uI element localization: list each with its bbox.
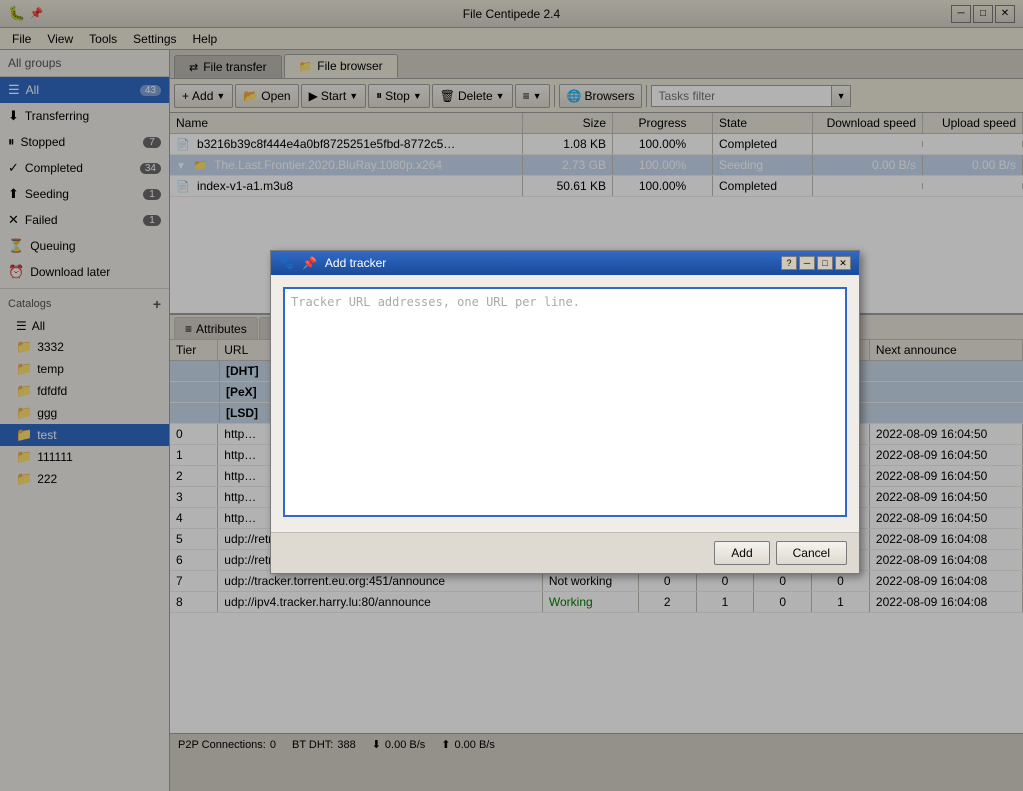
modal-footer: Add Cancel	[271, 532, 859, 573]
modal-title-text: Add tracker	[325, 256, 386, 270]
modal-title-controls: ? ─ □ ✕	[781, 256, 851, 270]
modal-body	[271, 275, 859, 532]
modal-add-button[interactable]: Add	[714, 541, 769, 565]
modal-overlay[interactable]: 🐾 📌 Add tracker ? ─ □ ✕ Add Cancel	[0, 0, 1023, 791]
modal-close-button[interactable]: ✕	[835, 256, 851, 270]
modal-help-button[interactable]: ?	[781, 256, 797, 270]
modal-pin-icon: 📌	[302, 256, 317, 270]
modal-title-bar: 🐾 📌 Add tracker ? ─ □ ✕	[271, 251, 859, 275]
modal-title-left: 🐾 📌 Add tracker	[279, 256, 386, 270]
modal-minimize-button[interactable]: ─	[799, 256, 815, 270]
modal-app-icon: 🐾	[279, 256, 294, 270]
tracker-url-textarea[interactable]	[283, 287, 847, 517]
add-tracker-modal: 🐾 📌 Add tracker ? ─ □ ✕ Add Cancel	[270, 250, 860, 574]
modal-cancel-button[interactable]: Cancel	[776, 541, 847, 565]
modal-maximize-button[interactable]: □	[817, 256, 833, 270]
